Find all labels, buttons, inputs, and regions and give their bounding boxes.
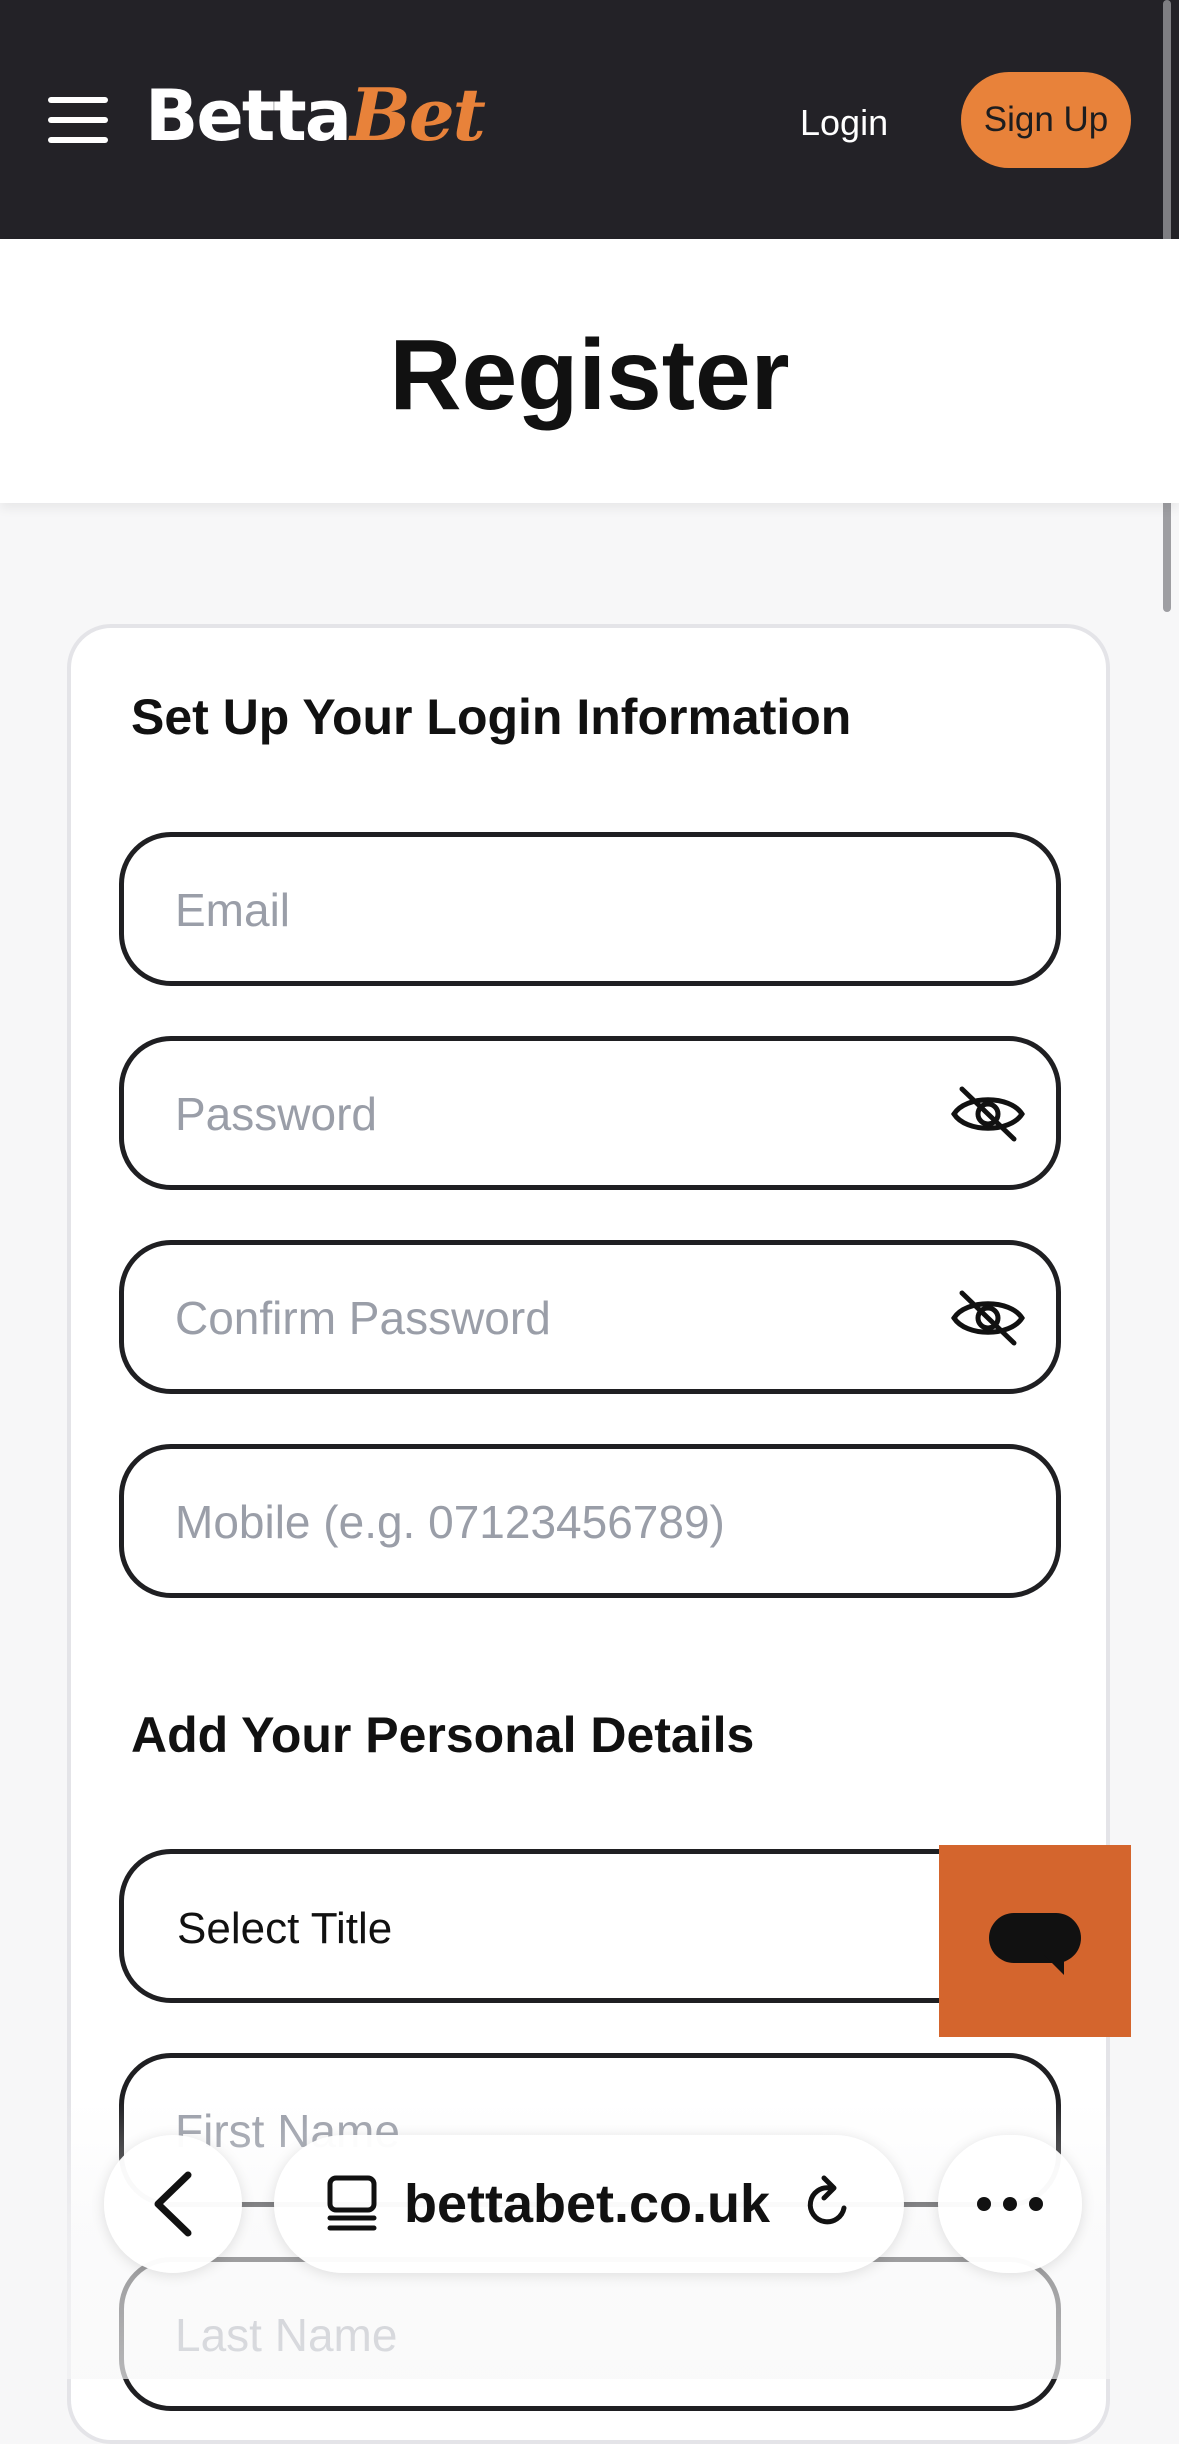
tabs-icon[interactable] [322, 2174, 382, 2234]
mobile-field[interactable] [119, 1444, 1061, 1598]
confirm-password-input[interactable] [173, 1245, 937, 1391]
menu-icon[interactable] [48, 97, 108, 143]
title-select-value: Select Title [177, 1904, 393, 1953]
confirm-password-field[interactable] [119, 1240, 1061, 1394]
browser-address-bar[interactable]: bettabet.co.uk [274, 2135, 904, 2273]
sign-up-button[interactable]: Sign Up [961, 72, 1131, 168]
personal-details-heading: Add Your Personal Details [131, 1707, 755, 1763]
password-input[interactable] [173, 1041, 937, 1187]
bettabet-logo[interactable]: Betta Bet [145, 72, 486, 172]
login-info-heading: Set Up Your Login Information [131, 689, 852, 745]
page-title: Register [389, 319, 790, 431]
password-field[interactable] [119, 1036, 1061, 1190]
reload-icon[interactable] [800, 2174, 856, 2234]
more-icon [977, 2197, 1043, 2211]
browser-url: bettabet.co.uk [403, 2174, 771, 2234]
live-chat-button[interactable] [939, 1845, 1131, 2037]
login-link[interactable]: Login [800, 102, 888, 144]
email-input[interactable] [173, 837, 937, 983]
eye-slash-icon[interactable] [950, 1287, 1026, 1349]
eye-slash-icon[interactable] [950, 1083, 1026, 1145]
chevron-left-icon [154, 2171, 192, 2237]
email-field[interactable] [119, 832, 1061, 986]
top-nav-bar: Betta Bet Login Sign Up [0, 0, 1179, 239]
mobile-input[interactable] [173, 1449, 937, 1595]
logo-text-bet: Bet [350, 72, 486, 157]
logo-text-betta: Betta [145, 75, 352, 157]
browser-back-button[interactable] [104, 2135, 242, 2273]
chat-bubble-icon [989, 1913, 1081, 1963]
browser-more-button[interactable] [938, 2135, 1082, 2273]
title-select[interactable]: Select Title [119, 1849, 1061, 2003]
